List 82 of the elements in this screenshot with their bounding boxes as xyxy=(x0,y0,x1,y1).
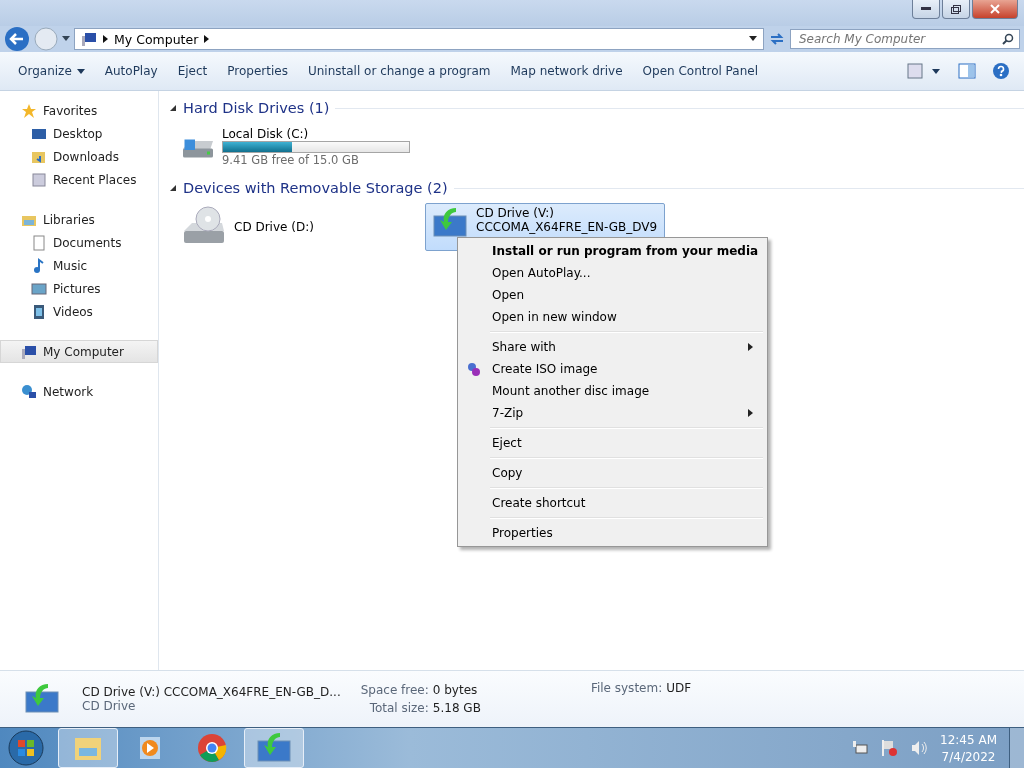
menu-item[interactable]: Open AutoPlay... xyxy=(460,262,765,284)
section-title: Hard Disk Drives (1) xyxy=(183,100,330,116)
menu-item[interactable]: Mount another disc image xyxy=(460,380,765,402)
drive-tile[interactable]: CD Drive (D:) xyxy=(175,203,415,251)
drive-name: CD Drive (D:) xyxy=(234,220,314,234)
refresh-icon[interactable] xyxy=(768,31,786,47)
sidebar-item[interactable]: Videos xyxy=(0,300,158,323)
flag-warning-icon[interactable] xyxy=(880,739,899,757)
field-value: UDF xyxy=(666,681,692,695)
sidebar-item[interactable]: Desktop xyxy=(0,122,158,145)
chrome-icon xyxy=(197,733,227,763)
toolbar-button[interactable]: Map network drive xyxy=(500,60,633,82)
history-dropdown-icon[interactable] xyxy=(62,36,70,42)
menu-item[interactable]: Create shortcut xyxy=(460,492,765,514)
minimize-button[interactable] xyxy=(912,0,940,19)
network-icon xyxy=(21,383,37,400)
install-drive-icon xyxy=(254,731,294,765)
field-value: 5.18 GB xyxy=(432,701,481,715)
sidebar-item[interactable]: Pictures xyxy=(0,277,158,300)
field-label: Space free: xyxy=(360,683,429,697)
pictures-icon xyxy=(31,280,47,297)
sidebar-item[interactable]: Libraries xyxy=(0,208,158,231)
toolbar-button[interactable]: Organize xyxy=(8,60,95,82)
network-icon[interactable] xyxy=(852,740,869,756)
drive-tile[interactable]: Local Disk (C:) 9.41 GB free of 15.0 GB xyxy=(175,123,415,171)
sidebar-item[interactable]: Downloads xyxy=(0,145,158,168)
drive-name: CD Drive (V:) xyxy=(476,206,555,220)
menu-item[interactable]: Open in new window xyxy=(460,306,765,328)
sidebar-item[interactable]: Favorites xyxy=(0,99,158,122)
film-icon xyxy=(31,303,47,320)
toolbar-button[interactable]: Uninstall or change a program xyxy=(297,60,501,82)
view-options-icon[interactable] xyxy=(906,62,942,80)
details-title: CD Drive (V:) CCCOMA_X64FRE_EN-GB_D... xyxy=(82,685,341,699)
collapse-icon[interactable] xyxy=(169,184,177,192)
taskbar-button[interactable] xyxy=(244,728,304,768)
computer-icon xyxy=(21,343,37,360)
restore-button[interactable] xyxy=(942,0,970,19)
menu-item[interactable]: Create ISO image xyxy=(460,358,765,380)
menu-item[interactable]: Copy xyxy=(460,462,765,484)
back-button[interactable] xyxy=(4,26,30,52)
computer-icon xyxy=(81,31,97,47)
menu-item[interactable]: Eject xyxy=(460,432,765,454)
drive-name: Local Disk (C:) xyxy=(222,127,310,141)
address-bar[interactable]: My Computer xyxy=(74,28,764,50)
star-icon xyxy=(21,102,37,119)
breadcrumb-arrow-icon[interactable] xyxy=(204,35,210,43)
install-drive-icon xyxy=(430,206,470,240)
close-button[interactable] xyxy=(972,0,1018,19)
sidebar-item[interactable]: Recent Places xyxy=(0,168,158,191)
install-drive-icon xyxy=(22,682,62,716)
sidebar-item[interactable]: Documents xyxy=(0,231,158,254)
field-value: 0 bytes xyxy=(432,683,479,697)
breadcrumb-arrow-icon[interactable] xyxy=(103,35,108,43)
help-icon[interactable] xyxy=(992,62,1010,80)
menu-item[interactable]: Properties xyxy=(460,522,765,544)
collapse-icon[interactable] xyxy=(169,104,177,112)
toolbar-button[interactable]: Eject xyxy=(167,60,218,82)
show-desktop-button[interactable] xyxy=(1009,728,1024,768)
sidebar-item[interactable]: Music xyxy=(0,254,158,277)
menu-item[interactable]: Open xyxy=(460,284,765,306)
field-label: Total size: xyxy=(368,701,429,715)
menu-item[interactable]: Share with xyxy=(460,336,765,358)
address-text[interactable]: My Computer xyxy=(114,31,199,47)
drive-label: CCCOMA_X64FRE_EN-GB_DV9 xyxy=(476,220,658,234)
close-icon xyxy=(990,4,1000,14)
toolbar-button[interactable]: Open Control Panel xyxy=(632,60,768,82)
caret-icon xyxy=(76,68,85,74)
field-label: File system: xyxy=(590,681,663,695)
free-space-text: 9.41 GB free of 15.0 GB xyxy=(222,153,360,167)
dropdown-icon[interactable] xyxy=(749,36,757,42)
document-icon xyxy=(31,234,47,251)
menu-item[interactable]: 7-Zip xyxy=(460,402,765,424)
section-title: Devices with Removable Storage (2) xyxy=(183,180,448,196)
toolbar-button[interactable]: AutoPlay xyxy=(94,60,168,82)
search-field[interactable]: Search My Computer xyxy=(790,29,1020,49)
minimize-icon xyxy=(921,7,931,11)
details-type: CD Drive xyxy=(82,699,137,713)
restore-icon xyxy=(951,4,961,14)
search-icon[interactable] xyxy=(1002,33,1014,45)
toolbar-button[interactable]: Properties xyxy=(217,60,298,82)
sidebar-item[interactable]: My Computer xyxy=(0,340,158,363)
sidebar-item[interactable]: Network xyxy=(0,380,158,403)
